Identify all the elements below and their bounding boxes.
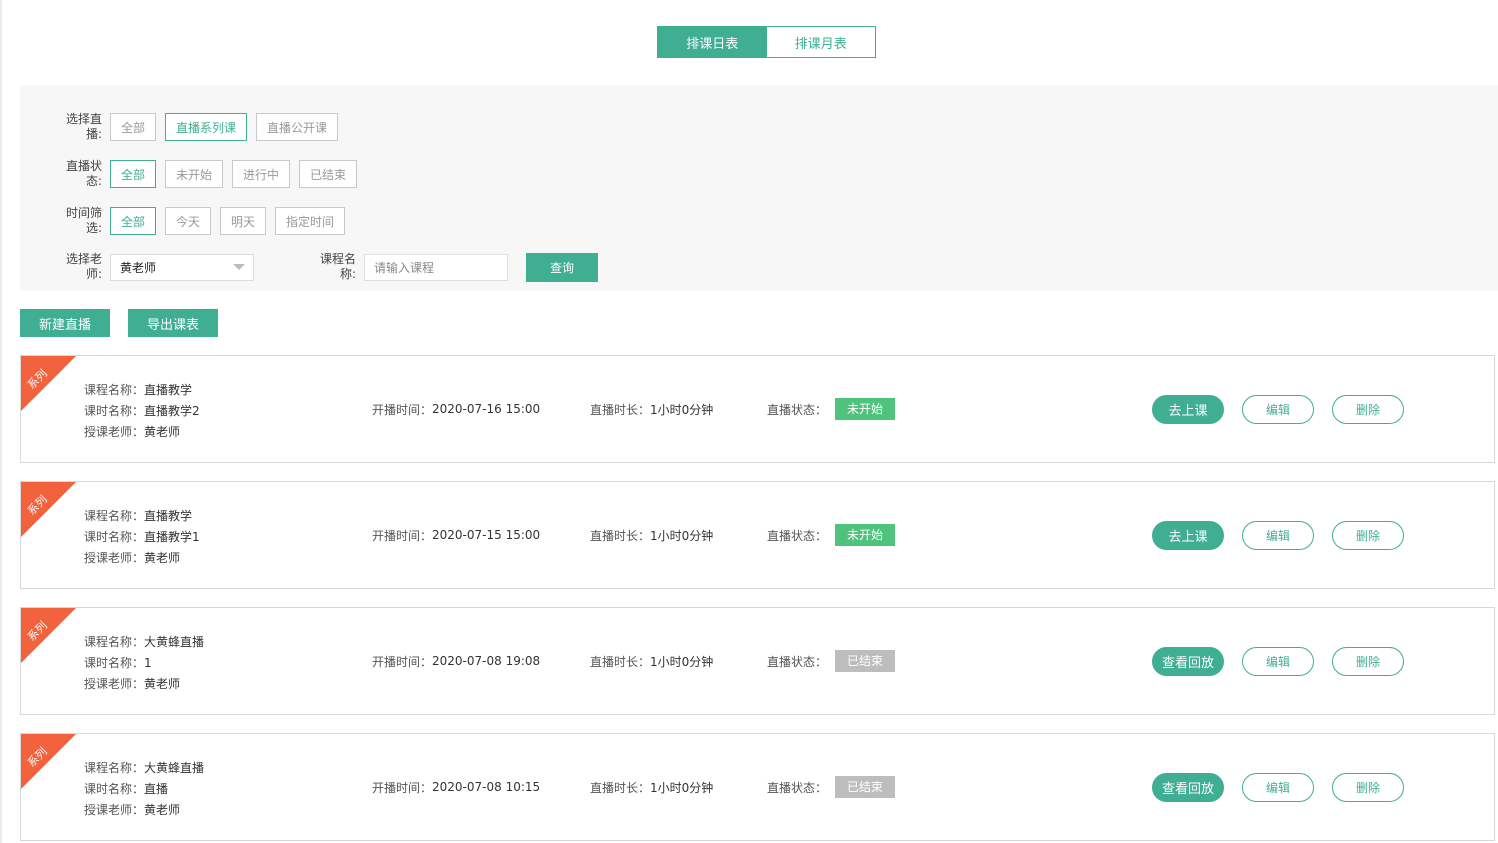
time-option[interactable]: 全部	[110, 207, 157, 235]
filter-row-time: 时间筛 选: 全部 今天 明天 指定时间	[20, 206, 346, 236]
lesson-name-row: 课时名称：1	[84, 656, 152, 670]
lesson-card: 系列 课程名称：直播教学 课时名称：直播教学2 授课老师：黄老师 开播时间： 20…	[20, 355, 1495, 463]
live-type-option[interactable]: 直播系列课	[165, 113, 248, 141]
live-type-options: 全部 直播系列课 直播公开课	[110, 113, 339, 141]
teacher-row: 授课老师：黄老师	[84, 677, 181, 691]
edit-button[interactable]: 编辑	[1242, 520, 1314, 550]
live-type-option[interactable]: 全部	[110, 113, 157, 141]
lesson-info: 课程名称：大黄蜂直播 课时名称：直播 授课老师：黄老师	[84, 758, 204, 821]
filter-label-live-type: 选择直 播:	[65, 112, 102, 141]
status-badge: 未开始	[835, 398, 896, 420]
delete-button[interactable]: 删除	[1332, 520, 1404, 550]
teacher-row: 授课老师：黄老师	[84, 551, 181, 565]
start-time: 开播时间： 2020-07-15 15:00	[372, 528, 541, 543]
primary-action-button[interactable]: 查看回放	[1152, 646, 1224, 676]
duration: 直播时长： 1小时0分钟	[590, 654, 714, 669]
duration: 直播时长： 1小时0分钟	[590, 780, 714, 795]
lesson-info: 课程名称：直播教学 课时名称：直播教学2 授课老师：黄老师	[84, 380, 200, 443]
teacher-select[interactable]: 黄老师	[110, 253, 254, 281]
lesson-info: 课程名称：大黄蜂直播 课时名称：1 授课老师：黄老师	[84, 632, 204, 695]
filter-label-live-status: 直播状 态:	[65, 159, 102, 188]
edit-button[interactable]: 编辑	[1242, 394, 1314, 424]
query-button[interactable]: 查询	[526, 252, 598, 282]
series-ribbon: 系列	[21, 356, 76, 411]
edit-button[interactable]: 编辑	[1242, 772, 1314, 802]
filter-label-time: 时间筛 选:	[65, 206, 102, 235]
delete-button[interactable]: 删除	[1332, 646, 1404, 676]
course-name-row: 课程名称：大黄蜂直播	[84, 635, 205, 649]
series-ribbon: 系列	[21, 482, 76, 537]
delete-button[interactable]: 删除	[1332, 772, 1404, 802]
delete-button[interactable]: 删除	[1332, 394, 1404, 424]
teacher-select-value: 黄老师	[120, 260, 157, 275]
primary-action-button[interactable]: 去上课	[1152, 394, 1224, 424]
filter-row-live-type: 选择直 播: 全部 直播系列课 直播公开课	[20, 112, 339, 142]
live-status-option[interactable]: 已结束	[299, 160, 358, 188]
live-status-option[interactable]: 未开始	[165, 160, 224, 188]
course-name-row: 课程名称：直播教学	[84, 383, 193, 397]
time-options: 全部 今天 明天 指定时间	[110, 207, 346, 235]
primary-action-button[interactable]: 查看回放	[1152, 772, 1224, 802]
filter-label-course: 课程名 称:	[319, 252, 356, 281]
status-badge: 已结束	[835, 650, 896, 672]
live-status-options: 全部 未开始 进行中 已结束	[110, 160, 358, 188]
export-schedule-button[interactable]: 导出课表	[128, 309, 219, 337]
filter-row-teacher-course: 选择老 师: 黄老师 课程名 称: 请输入课程 查询	[20, 252, 598, 282]
course-name-row: 课程名称：直播教学	[84, 509, 193, 523]
course-name-row: 课程名称：大黄蜂直播	[84, 761, 205, 775]
start-time: 开播时间： 2020-07-08 19:08	[372, 654, 541, 669]
filter-label-teacher: 选择老 师:	[65, 252, 102, 281]
start-time: 开播时间： 2020-07-08 10:15	[372, 780, 541, 795]
status-badge: 已结束	[835, 776, 896, 798]
series-ribbon: 系列	[21, 608, 76, 663]
teacher-row: 授课老师：黄老师	[84, 425, 181, 439]
lesson-card: 系列 课程名称：直播教学 课时名称：直播教学1 授课老师：黄老师 开播时间： 20…	[20, 481, 1495, 589]
live-type-option[interactable]: 直播公开课	[256, 113, 339, 141]
tab-daily-schedule[interactable]: 排课日表	[658, 27, 767, 57]
time-option[interactable]: 指定时间	[275, 207, 346, 235]
duration: 直播时长： 1小时0分钟	[590, 402, 714, 417]
lesson-card: 系列 课程名称：大黄蜂直播 课时名称：1 授课老师：黄老师 开播时间： 2020-…	[20, 607, 1495, 715]
filter-panel: 选择直 播: 全部 直播系列课 直播公开课 直播状 态: 全部 未开始 进行中 已结束 时间筛…	[20, 85, 1498, 291]
filter-row-live-status: 直播状 态: 全部 未开始 进行中 已结束	[20, 159, 358, 189]
course-name-input[interactable]: 请输入课程	[364, 253, 508, 281]
tab-monthly-schedule[interactable]: 排课月表	[766, 27, 875, 57]
lesson-name-row: 课时名称：直播教学2	[84, 404, 200, 418]
lesson-actions: 去上课 编辑 删除	[1152, 356, 1404, 462]
live-status: 直播状态： 未开始	[767, 482, 896, 588]
teacher-row: 授课老师：黄老师	[84, 803, 181, 817]
lesson-actions: 查看回放 编辑 删除	[1152, 734, 1404, 840]
time-option[interactable]: 今天	[165, 207, 212, 235]
duration: 直播时长： 1小时0分钟	[590, 528, 714, 543]
status-badge: 未开始	[835, 524, 896, 546]
new-live-button[interactable]: 新建直播	[20, 309, 111, 337]
lesson-actions: 去上课 编辑 删除	[1152, 482, 1404, 588]
live-status: 直播状态： 已结束	[767, 734, 896, 840]
left-border	[0, 0, 2, 843]
chevron-down-icon	[233, 264, 245, 270]
lesson-name-row: 课时名称：直播	[84, 782, 169, 796]
live-status: 直播状态： 未开始	[767, 356, 896, 462]
primary-action-button[interactable]: 去上课	[1152, 520, 1224, 550]
start-time: 开播时间： 2020-07-16 15:00	[372, 402, 541, 417]
series-ribbon: 系列	[21, 734, 76, 789]
time-option[interactable]: 明天	[220, 207, 267, 235]
live-status: 直播状态： 已结束	[767, 608, 896, 714]
lesson-info: 课程名称：直播教学 课时名称：直播教学1 授课老师：黄老师	[84, 506, 200, 569]
live-status-option[interactable]: 全部	[110, 160, 157, 188]
live-status-option[interactable]: 进行中	[232, 160, 291, 188]
edit-button[interactable]: 编辑	[1242, 646, 1314, 676]
lesson-card: 系列 课程名称：大黄蜂直播 课时名称：直播 授课老师：黄老师 开播时间： 2020…	[20, 733, 1495, 841]
schedule-tabs: 排课日表 排课月表	[657, 26, 876, 58]
lesson-name-row: 课时名称：直播教学1	[84, 530, 200, 544]
lesson-actions: 查看回放 编辑 删除	[1152, 608, 1404, 714]
